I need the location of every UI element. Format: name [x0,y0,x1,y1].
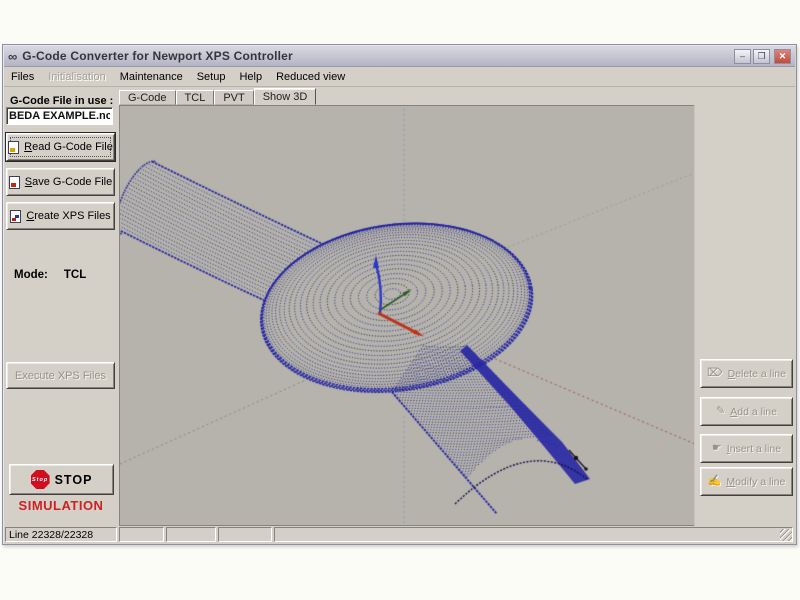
pencil-icon: ✎ [716,406,725,417]
gcode-file-input[interactable] [6,107,113,125]
tab-tcl[interactable]: TCL [176,90,215,105]
close-button[interactable]: ✕ [774,49,791,64]
document-save-icon [9,176,20,189]
status-panel [274,527,793,542]
file-in-use-label: G-Code File in use : [10,95,113,107]
status-panel [166,527,216,542]
status-line-counter: Line 22328/22328 [5,527,117,542]
viewport-panel [119,105,695,526]
3d-viewport[interactable] [120,106,694,525]
menu-initialisation: Initialisation [41,69,112,85]
status-panel [218,527,272,542]
window-title: G-Code Converter for Newport XPS Control… [22,49,293,63]
document-create-icon [10,210,21,223]
save-gcode-button[interactable]: Save G-Code File [6,168,115,196]
app-window: ∞ G-Code Converter for Newport XPS Contr… [2,44,797,545]
menu-setup[interactable]: Setup [190,69,233,85]
desktop: ∞ G-Code Converter for Newport XPS Contr… [0,0,800,600]
add-line-button: ✎ Add a line [700,397,793,426]
title-bar: ∞ G-Code Converter for Newport XPS Contr… [4,46,795,67]
create-xps-button[interactable]: Create XPS Files [6,202,115,230]
delete-line-button: ⌦ Delete a line [700,359,793,388]
maximize-button[interactable]: ❐ [753,49,770,64]
menu-maintenance[interactable]: Maintenance [113,69,190,85]
mode-row: Mode: TCL [14,269,86,281]
tab-pvt[interactable]: PVT [214,90,253,105]
tab-gcode[interactable]: G-Code [119,90,176,105]
stop-button[interactable]: Stop STOP [9,464,114,495]
simulation-label: SIMULATION [3,498,119,513]
status-bar: Line 22328/22328 [4,526,795,543]
document-read-icon [8,141,19,154]
tab-strip: G-Code TCL PVT Show 3D [119,88,316,105]
resize-grip[interactable] [780,529,792,541]
status-panel [119,527,164,542]
mode-value: TCL [64,269,86,281]
menu-reduced-view[interactable]: Reduced view [269,69,352,85]
app-icon: ∞ [8,50,17,63]
read-gcode-button[interactable]: Read G-Code File [6,133,115,161]
modify-line-button: ✍ Modify a line [700,467,793,496]
stop-sign-icon: Stop [31,470,50,489]
execute-xps-button: Execute XPS Files [6,362,115,389]
eraser-icon: ⌦ [707,368,723,379]
tab-show-3d[interactable]: Show 3D [254,88,317,105]
menu-help[interactable]: Help [232,69,269,85]
mode-label: Mode: [14,269,48,281]
insert-hand-icon: ☛ [712,443,722,454]
insert-line-button: ☛ Insert a line [700,434,793,463]
minimize-button[interactable]: – [734,49,751,64]
writing-hand-icon: ✍ [708,476,722,487]
menu-bar: Files Initialisation Maintenance Setup H… [4,68,795,87]
menu-files[interactable]: Files [4,69,41,85]
